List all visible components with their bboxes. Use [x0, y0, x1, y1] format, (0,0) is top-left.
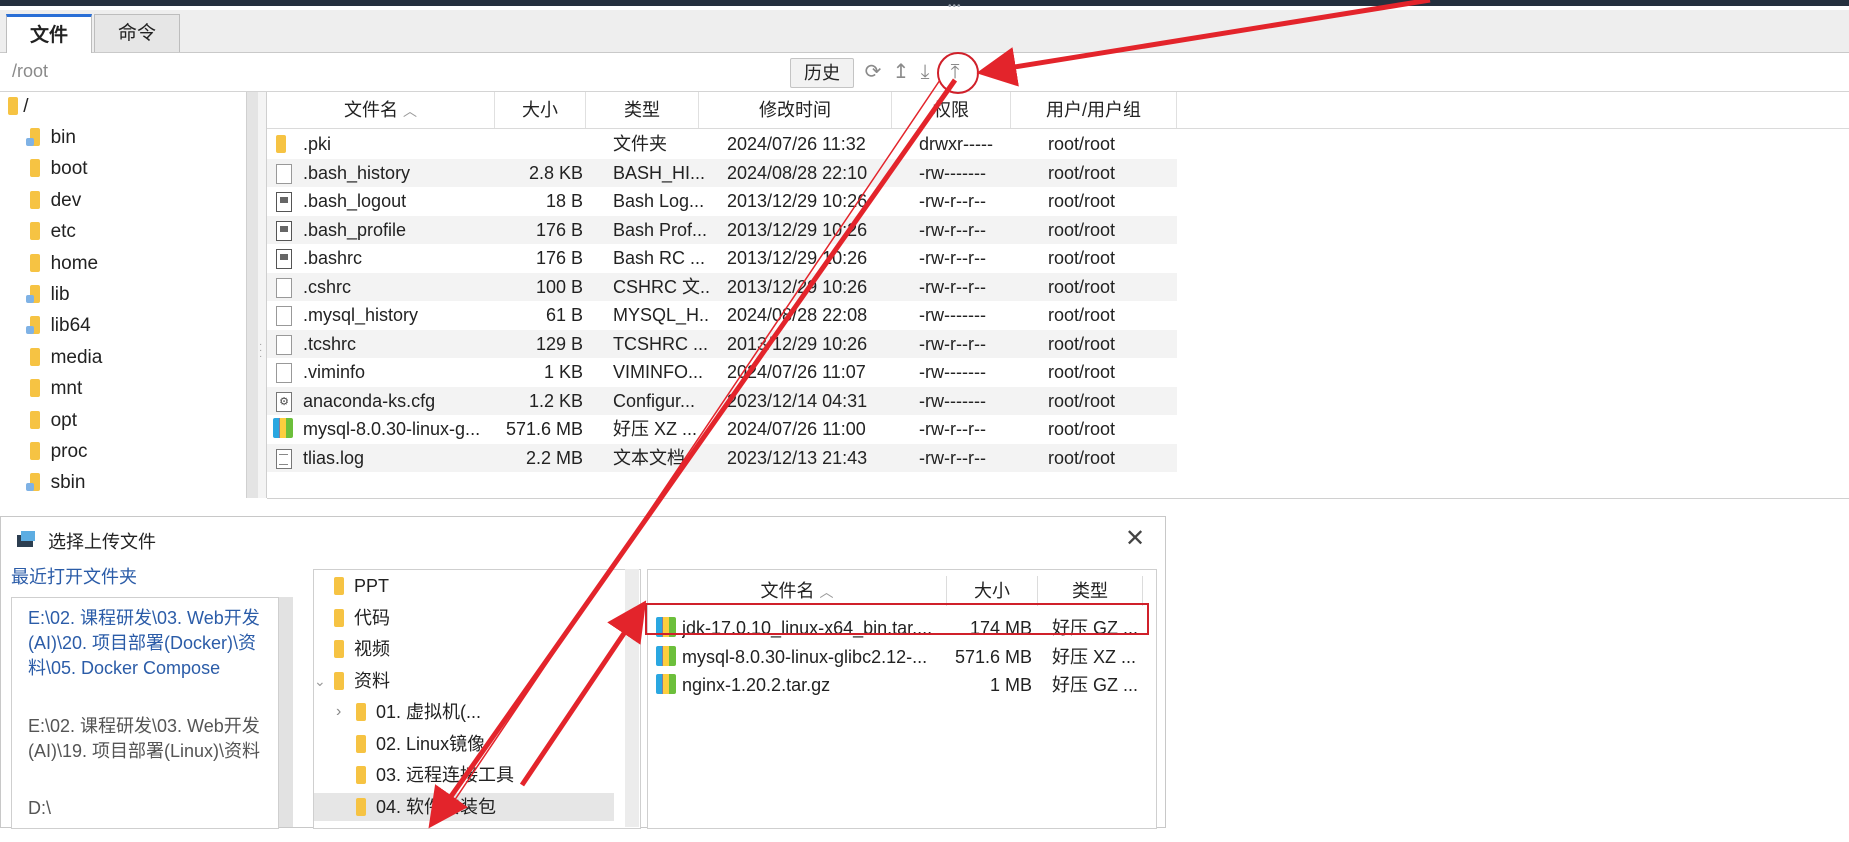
annotation-arrows — [428, 0, 1431, 829]
annotation-arrow — [519, 600, 647, 787]
annotation-arrow — [976, 0, 1431, 87]
annotation-connector — [428, 78, 958, 829]
annotation-connector — [447, 79, 941, 811]
